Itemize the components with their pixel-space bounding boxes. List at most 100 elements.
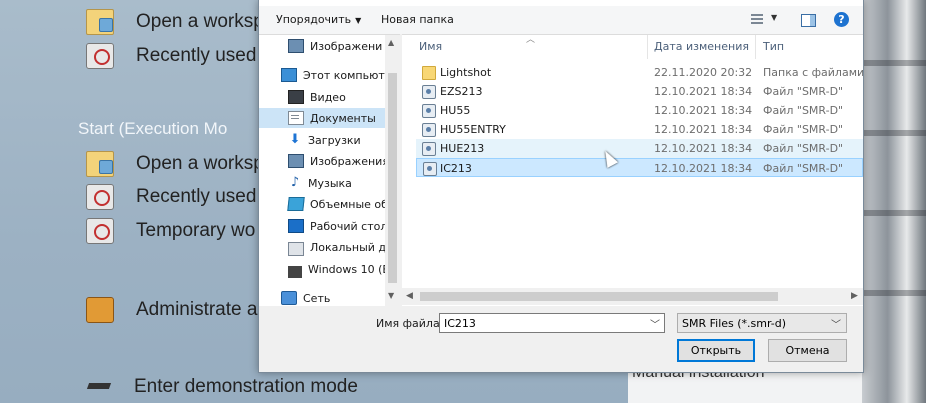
music-icon: ♪ — [290, 175, 300, 190]
nav-item-label: Изображени — [310, 39, 383, 53]
chevron-down-icon: ▼ — [355, 16, 362, 25]
bg-section-title: Start (Execution Mo — [78, 119, 228, 138]
file-date: 12.10.2021 18:34 — [654, 123, 753, 136]
recent-clock-icon — [86, 43, 114, 69]
file-row-lightshot[interactable]: Lightshot 22.11.2020 20:32 Папка с файла… — [416, 63, 863, 82]
file-type: Файл "SMR-D" — [763, 85, 844, 98]
nav-item-label: Музыка — [308, 176, 352, 190]
scroll-up-arrow-icon[interactable]: ▲ — [388, 38, 394, 47]
smr-file-icon — [422, 85, 436, 99]
scroll-left-arrow-icon[interactable]: ◀ — [406, 291, 413, 301]
filename-value: IC213 — [444, 317, 476, 330]
bg-temporary-workspace-item[interactable]: Temporary wo — [86, 218, 255, 244]
filter-value: SMR Files (*.smr-d) — [682, 317, 787, 330]
chevron-down-icon[interactable]: ﹀ — [650, 316, 660, 331]
smr-file-icon — [423, 162, 437, 176]
file-date: 12.10.2021 18:34 — [654, 85, 753, 98]
nav-vertical-scrollbar[interactable]: ▲ ▼ — [385, 35, 400, 306]
chevron-down-icon: ▼ — [771, 13, 778, 22]
file-row-hu55entry[interactable]: HU55ENTRY 12.10.2021 18:34 Файл "SMR-D" — [416, 120, 863, 139]
nav-item-downloads[interactable]: ⬇ Загрузки — [259, 130, 400, 150]
graduation-cap-icon — [86, 375, 112, 399]
folder-open-icon — [86, 9, 114, 35]
bg-recently-used-item[interactable]: Recently used — [86, 184, 256, 210]
filename-input[interactable]: IC213 ﹀ — [439, 313, 665, 333]
bg-decorative-image — [862, 0, 926, 403]
open-button[interactable]: Открыть — [677, 339, 755, 362]
column-header-type[interactable]: Тип — [763, 35, 784, 59]
nav-item-desktop[interactable]: Рабочий стол — [259, 216, 400, 236]
folder-icon — [422, 66, 436, 80]
nav-item-documents[interactable]: Документы — [259, 108, 400, 128]
scroll-right-arrow-icon[interactable]: ▶ — [851, 291, 858, 301]
documents-icon — [288, 111, 304, 125]
nav-item-music[interactable]: ♪ Музыка — [259, 173, 400, 193]
pictures-icon — [288, 39, 304, 53]
file-open-dialog: Упорядочить▼ Новая папка ▼ ? Изображени✱… — [258, 0, 864, 373]
nav-item-this-pc[interactable]: Этот компьютер — [259, 65, 400, 85]
file-type-filter-select[interactable]: SMR Files (*.smr-d) ﹀ — [677, 313, 847, 333]
nav-item-local-disk[interactable]: Локальный дис — [259, 237, 400, 257]
file-row-hue213[interactable]: HUE213 12.10.2021 18:34 Файл "SMR-D" — [416, 139, 863, 158]
horizontal-scroll-thumb[interactable] — [420, 292, 778, 301]
nav-item-label: Видео — [310, 90, 346, 104]
nav-item-label: Сеть — [303, 291, 331, 305]
file-name: Lightshot — [440, 66, 492, 79]
bg-item-label: Open a worksp — [136, 153, 264, 174]
smr-file-icon — [422, 104, 436, 118]
nav-item-pictures-pinned[interactable]: Изображени✱ — [259, 36, 400, 56]
stopwatch-icon — [86, 218, 114, 244]
nav-item-3d-objects[interactable]: Объемные объ — [259, 194, 400, 214]
bg-demo-mode-item[interactable]: Enter demonstration mode — [86, 375, 358, 399]
bg-administrate-item[interactable]: Administrate a — [86, 297, 257, 323]
drive-icon — [288, 266, 302, 278]
scroll-down-arrow-icon[interactable]: ▼ — [388, 291, 394, 300]
file-row-ezs213[interactable]: EZS213 12.10.2021 18:34 Файл "SMR-D" — [416, 82, 863, 101]
file-type: Файл "SMR-D" — [763, 104, 844, 117]
pictures-icon — [288, 154, 304, 168]
nav-item-windows-drive[interactable]: Windows 10 (E:) — [259, 259, 400, 279]
bg-item-label: Administrate a — [136, 299, 258, 320]
bg-open-workspace-item[interactable]: Open a worksp — [86, 151, 264, 177]
new-folder-button[interactable]: Новая папка — [381, 13, 454, 26]
file-type: Файл "SMR-D" — [763, 162, 844, 175]
bg-open-workspace-item[interactable]: Open a worksp — [86, 9, 264, 35]
file-name: HUE213 — [440, 142, 485, 155]
navigation-pane: Изображени✱ Этот компьютер Видео Докумен… — [259, 34, 400, 306]
dialog-toolbar: Упорядочить ▼ Новая папка ▼ ? — [259, 6, 863, 34]
organize-button[interactable]: Упорядочить ▼ — [276, 13, 361, 26]
file-name: HU55ENTRY — [440, 123, 506, 136]
view-options-button[interactable]: ▼ — [751, 12, 785, 28]
folder-open-icon — [86, 151, 114, 177]
file-row-ic213[interactable]: IC213 12.10.2021 18:34 Файл "SMR-D" — [416, 158, 863, 177]
nav-item-network[interactable]: Сеть — [259, 288, 400, 306]
bg-item-label: Enter demonstration mode — [134, 376, 358, 397]
local-disk-icon — [288, 242, 304, 256]
file-row-hu55[interactable]: HU55 12.10.2021 18:34 Файл "SMR-D" — [416, 101, 863, 120]
file-date: 22.11.2020 20:32 — [654, 66, 753, 79]
column-header-name[interactable]: Имя — [419, 35, 442, 59]
column-header-date[interactable]: Дата изменения — [654, 35, 749, 59]
video-icon — [288, 90, 304, 104]
view-list-icon — [751, 14, 763, 26]
recent-clock-icon — [86, 184, 114, 210]
nav-item-label: Загрузки — [308, 133, 361, 147]
bg-item-label: Temporary wo — [136, 220, 256, 241]
nav-item-pictures[interactable]: Изображения — [259, 151, 400, 171]
file-type: Файл "SMR-D" — [763, 123, 844, 136]
help-icon[interactable]: ? — [834, 12, 849, 27]
file-type: Файл "SMR-D" — [763, 142, 844, 155]
file-list-horizontal-scrollbar[interactable]: ◀ ▶ — [402, 288, 863, 305]
file-date: 12.10.2021 18:34 — [654, 162, 753, 175]
file-type: Папка с файлами — [763, 66, 863, 79]
desktop-icon — [288, 219, 304, 233]
nav-scroll-thumb[interactable] — [388, 73, 397, 283]
bg-recently-used-item[interactable]: Recently used — [86, 43, 256, 69]
cancel-button[interactable]: Отмена — [768, 339, 847, 362]
3d-objects-icon — [287, 197, 305, 211]
file-name: HU55 — [440, 104, 471, 117]
bg-item-label: Recently used — [136, 45, 257, 66]
smr-file-icon — [422, 123, 436, 137]
preview-pane-icon[interactable] — [801, 14, 816, 27]
nav-item-video[interactable]: Видео — [259, 87, 400, 107]
